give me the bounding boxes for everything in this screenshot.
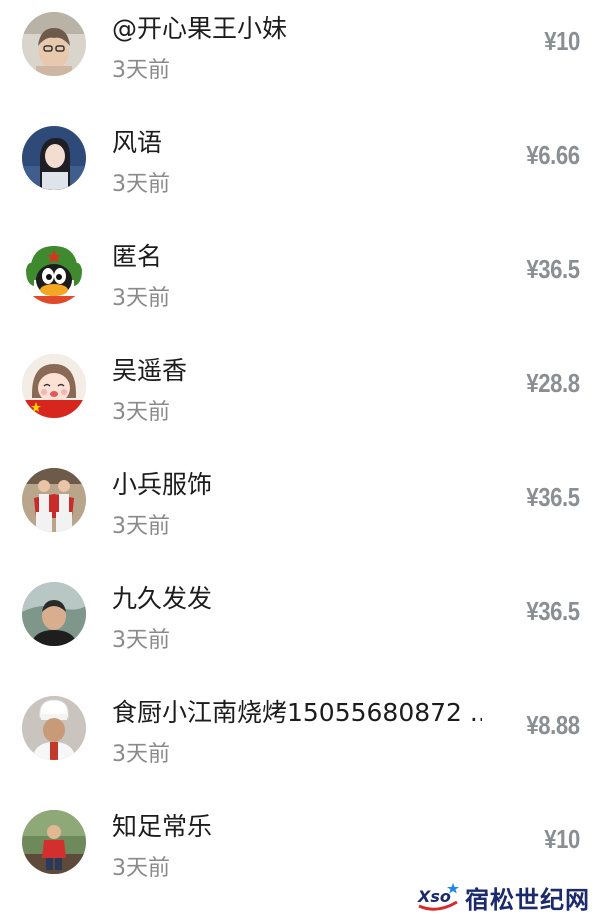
donation-time: 3天前 [112,514,170,539]
donation-amount: ¥36.5 [526,596,581,626]
list-item[interactable]: 食厨小江南烧烤15055680872 ... 3天前 ¥8.88 [0,684,600,798]
donor-name: @开心果王小妹 [112,14,288,43]
list-item[interactable]: @开心果王小妹 3天前 ¥10 [0,0,600,114]
avatar[interactable] [22,582,86,646]
avatar[interactable] [22,696,86,760]
avatar[interactable] [22,468,86,532]
site-logo-icon: Xso [417,883,459,911]
donor-name: 小兵服饰 [112,470,213,499]
donation-time: 3天前 [112,742,170,767]
avatar[interactable] [22,810,86,874]
donor-name: 知足常乐 [112,812,213,841]
donation-time: 3天前 [112,856,170,881]
site-name: 宿松世纪网 [465,885,590,914]
donation-time: 3天前 [112,628,170,653]
donation-amount: ¥8.88 [526,710,581,740]
donation-amount: ¥28.8 [526,368,581,398]
list-item[interactable]: 风语 3天前 ¥6.66 [0,114,600,228]
site-watermark: Xso 宿松世纪网 [411,878,594,916]
donation-time: 3天前 [112,172,170,197]
avatar[interactable] [22,354,86,418]
donor-name: 吴遥香 [112,356,188,385]
list-item[interactable]: 匿名 3天前 ¥36.5 [0,228,600,342]
logo-text: Xso [417,887,451,906]
donation-time: 3天前 [112,58,170,83]
donation-time: 3天前 [112,400,170,425]
donation-amount: ¥36.5 [526,254,581,284]
donation-amount: ¥10 [544,824,580,854]
avatar[interactable] [22,126,86,190]
list-item[interactable]: 吴遥香 3天前 ¥28.8 [0,342,600,456]
donor-name: 九久发发 [112,584,213,613]
avatar[interactable] [22,240,86,304]
donation-list: @开心果王小妹 3天前 ¥10 风语 3天前 ¥6.66 匿名 3天前 ¥36.… [0,0,600,912]
list-item[interactable]: 九久发发 3天前 ¥36.5 [0,570,600,684]
donor-name: 风语 [112,128,163,157]
list-item[interactable]: 小兵服饰 3天前 ¥36.5 [0,456,600,570]
donation-amount: ¥6.66 [526,140,581,170]
donation-amount: ¥10 [544,26,580,56]
avatar[interactable] [22,12,86,76]
donation-amount: ¥36.5 [526,482,581,512]
donation-time: 3天前 [112,286,170,311]
donor-name: 食厨小江南烧烤15055680872 ... [112,698,482,727]
donor-name: 匿名 [112,242,163,271]
